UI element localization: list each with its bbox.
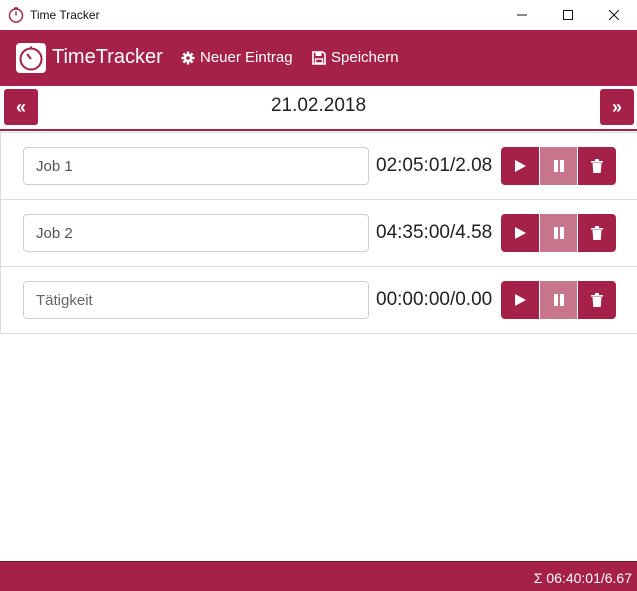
entry-controls — [501, 281, 616, 319]
app-header: TimeTracker Neuer Eintrag Speichern — [0, 30, 637, 86]
next-day-button[interactable]: » — [600, 89, 634, 125]
maximize-icon — [563, 10, 573, 20]
delete-button[interactable] — [578, 214, 616, 252]
play-icon — [515, 294, 526, 306]
delete-button[interactable] — [578, 147, 616, 185]
entry-controls — [501, 214, 616, 252]
window-title: Time Tracker — [30, 8, 100, 22]
save-label: Speichern — [331, 49, 399, 66]
total-time: Σ 06:40:01/6.67 — [533, 570, 632, 586]
pause-icon — [553, 227, 564, 239]
current-date: 21.02.2018 — [270, 95, 367, 116]
elapsed-time: 02:05:01/2.08 — [376, 155, 493, 176]
floppy-disk-icon — [312, 50, 326, 65]
new-entry-button[interactable]: Neuer Eintrag — [181, 49, 293, 66]
delete-button[interactable] — [578, 281, 616, 319]
close-button[interactable] — [591, 0, 637, 30]
trash-icon — [591, 159, 603, 173]
elapsed-time: 04:35:00/4.58 — [376, 222, 493, 243]
timer-icon — [8, 7, 24, 23]
maximize-button[interactable] — [545, 0, 591, 30]
date-navigation: « 21.02.2018 » — [0, 86, 637, 131]
pause-button[interactable] — [539, 214, 578, 252]
trash-icon — [591, 226, 603, 240]
pause-button[interactable] — [539, 147, 578, 185]
gear-icon — [181, 51, 195, 64]
activity-input[interactable] — [23, 214, 369, 252]
play-button[interactable] — [501, 147, 539, 185]
app-logo — [16, 43, 46, 73]
pause-icon — [553, 294, 564, 306]
brand-title: TimeTracker — [52, 46, 163, 68]
status-footer: Σ 06:40:01/6.67 — [0, 561, 637, 591]
list-item: 02:05:01/2.08 — [1, 133, 637, 200]
entry-controls — [501, 147, 616, 185]
list-item: 00:00:00/0.00 — [1, 267, 637, 334]
play-button[interactable] — [501, 281, 539, 319]
entry-list: 02:05:01/2.08 04:35:00/4.58 — [0, 132, 637, 334]
play-button[interactable] — [501, 214, 539, 252]
elapsed-time: 00:00:00/0.00 — [376, 289, 493, 310]
play-icon — [515, 160, 526, 172]
timer-icon — [19, 46, 43, 71]
save-button[interactable]: Speichern — [312, 49, 399, 66]
window-titlebar: Time Tracker — [0, 0, 637, 30]
list-item: 04:35:00/4.58 — [1, 200, 637, 267]
play-icon — [515, 227, 526, 239]
pause-icon — [553, 160, 564, 172]
pause-button[interactable] — [539, 281, 578, 319]
trash-icon — [591, 293, 603, 307]
close-icon — [609, 10, 619, 20]
minimize-button[interactable] — [499, 0, 545, 30]
new-entry-label: Neuer Eintrag — [200, 49, 293, 66]
minimize-icon — [517, 14, 527, 16]
activity-input[interactable] — [23, 147, 369, 185]
activity-input[interactable] — [23, 281, 369, 319]
